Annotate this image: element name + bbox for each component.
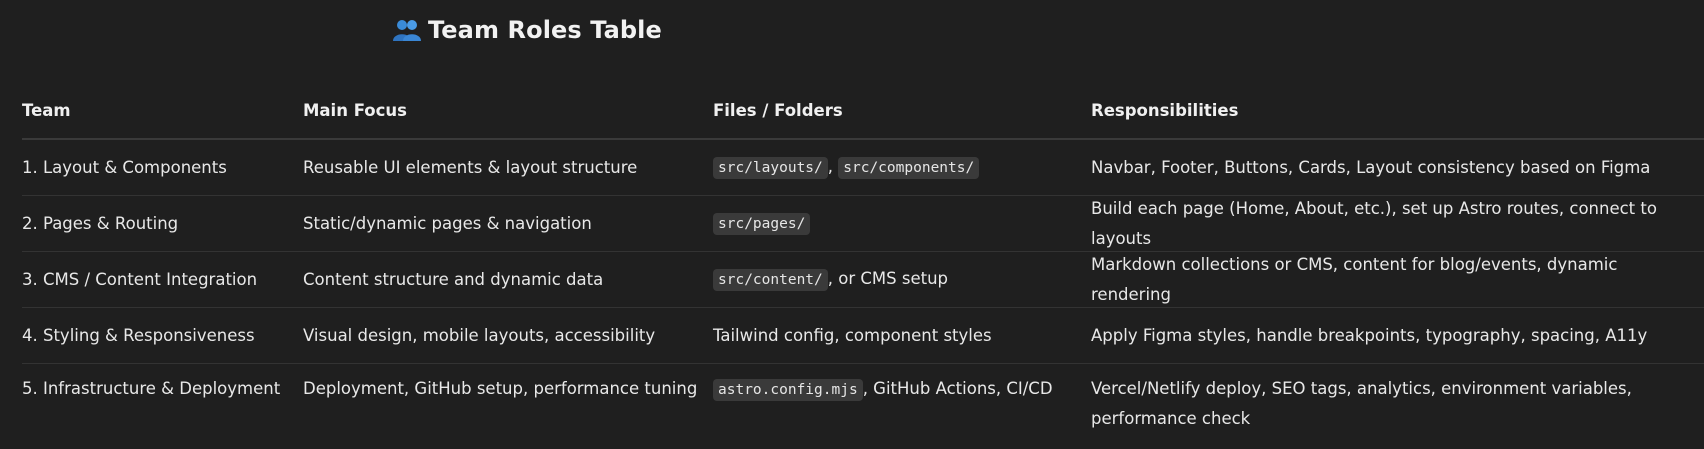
table-row: 2. Pages & Routing Static/dynamic pages … xyxy=(22,196,1704,252)
focus-cell: Static/dynamic pages & navigation xyxy=(303,213,592,233)
files-text: , GitHub Actions, CI/CD xyxy=(862,379,1053,398)
files-cell: astro.config.mjs, GitHub Actions, CI/CD xyxy=(713,374,1091,405)
team-cell: 1. Layout & Components xyxy=(22,157,227,177)
table-row: 1. Layout & Components Reusable UI eleme… xyxy=(22,140,1704,196)
column-header-main-focus: Main Focus xyxy=(303,101,407,120)
page-title: Team Roles Table xyxy=(392,12,662,48)
code-path: src/pages/ xyxy=(713,213,811,235)
code-path: src/layouts/ xyxy=(713,157,828,179)
column-header-responsibilities: Responsibilities xyxy=(1091,101,1239,120)
people-icon xyxy=(392,17,422,43)
table-row: 3. CMS / Content Integration Content str… xyxy=(22,252,1704,308)
table-header-row: Team Main Focus Files / Folders Responsi… xyxy=(22,84,1704,140)
files-cell: src/content/, or CMS setup xyxy=(713,264,1091,295)
table-row: 5. Infrastructure & Deployment Deploymen… xyxy=(22,364,1704,449)
files-cell: src/layouts/, src/components/ xyxy=(713,152,1091,183)
column-header-files-folders: Files / Folders xyxy=(713,101,843,120)
table-row: 4. Styling & Responsiveness Visual desig… xyxy=(22,308,1704,364)
focus-cell: Deployment, GitHub setup, performance tu… xyxy=(303,379,698,398)
team-cell: 2. Pages & Routing xyxy=(22,213,179,233)
team-cell: 5. Infrastructure & Deployment xyxy=(22,379,281,398)
responsibilities-cell: Apply Figma styles, handle breakpoints, … xyxy=(1091,325,1648,345)
team-cell: 4. Styling & Responsiveness xyxy=(22,325,255,345)
responsibilities-cell: Navbar, Footer, Buttons, Cards, Layout c… xyxy=(1091,157,1651,177)
files-cell: Tailwind config, component styles xyxy=(713,321,1091,351)
focus-cell: Visual design, mobile layouts, accessibi… xyxy=(303,325,656,345)
files-separator: , xyxy=(827,157,839,176)
code-path: src/content/ xyxy=(713,269,828,291)
code-path: astro.config.mjs xyxy=(713,379,863,401)
code-path: src/components/ xyxy=(838,157,980,179)
page-title-text: Team Roles Table xyxy=(428,16,662,44)
column-header-team: Team xyxy=(22,101,71,120)
team-cell: 3. CMS / Content Integration xyxy=(22,269,258,289)
files-text: , or CMS setup xyxy=(827,269,949,288)
focus-cell: Content structure and dynamic data xyxy=(303,269,604,289)
responsibilities-cell: Build each page (Home, About, etc.), set… xyxy=(1091,198,1657,248)
files-text: Tailwind config, component styles xyxy=(713,325,992,345)
focus-cell: Reusable UI elements & layout structure xyxy=(303,157,638,177)
responsibilities-cell: Markdown collections or CMS, content for… xyxy=(1091,254,1618,304)
files-cell: src/pages/ xyxy=(713,208,1091,239)
responsibilities-cell: Vercel/Netlify deploy, SEO tags, analyti… xyxy=(1091,379,1632,428)
team-roles-table: Team Main Focus Files / Folders Responsi… xyxy=(22,84,1704,449)
